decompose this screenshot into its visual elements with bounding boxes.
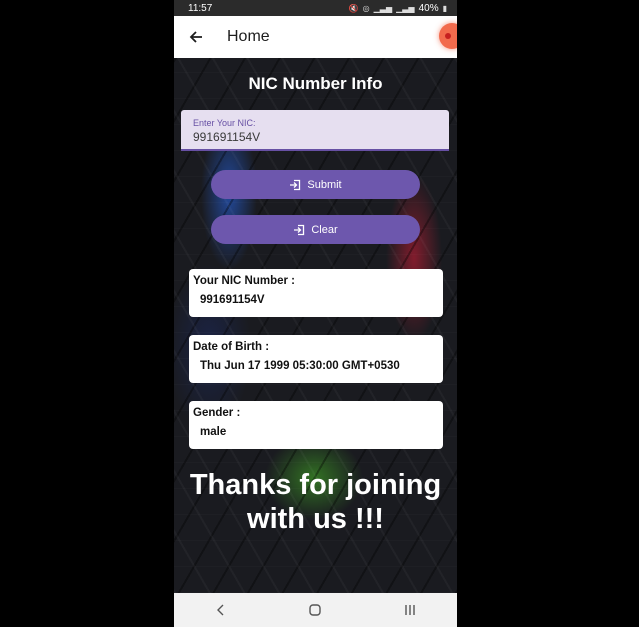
- mute-icon: 🔇: [348, 3, 359, 13]
- nic-input-label: Enter Your NIC:: [193, 118, 256, 128]
- card-value: male: [200, 426, 227, 438]
- floating-action-button[interactable]: [439, 23, 457, 49]
- home-square-icon: [309, 604, 322, 616]
- status-bar: 11:57 🔇 ◎ ▁▃▅ ▁▃▅ 40% ▮: [174, 0, 457, 16]
- main-content: NIC Number Info Enter Your NIC: Submit C…: [174, 58, 457, 593]
- submit-button-label: Submit: [307, 178, 342, 191]
- phone-screen: 11:57 🔇 ◎ ▁▃▅ ▁▃▅ 40% ▮ Home NIC Number …: [174, 0, 457, 627]
- recents-icon: [405, 605, 415, 615]
- login-icon: [290, 179, 301, 190]
- nav-back-button[interactable]: [206, 598, 236, 622]
- status-time: 11:57: [188, 2, 213, 14]
- back-button[interactable]: [186, 27, 206, 47]
- card-value: Thu Jun 17 1999 05:30:00 GMT+0530: [200, 360, 400, 372]
- submit-button[interactable]: Submit: [211, 170, 420, 199]
- thanks-line-2: with us !!!: [247, 503, 384, 535]
- arrow-left-icon: [189, 31, 202, 43]
- nic-number-card: Your NIC Number : 991691154V: [189, 269, 443, 317]
- gender-card: Gender : male: [189, 401, 443, 449]
- date-of-birth-card: Date of Birth : Thu Jun 17 1999 05:30:00…: [189, 335, 443, 383]
- signal-icon: ▁▃▅: [373, 3, 393, 13]
- login-icon: [294, 224, 305, 235]
- app-bar-title: Home: [227, 28, 270, 45]
- hotspot-icon: ◎: [362, 3, 370, 13]
- signal-icon-2: ▁▃▅: [396, 3, 415, 13]
- status-icons: 🔇 ◎ ▁▃▅ ▁▃▅ 40% ▮: [349, 3, 447, 14]
- page-title: NIC Number Info: [248, 74, 383, 93]
- system-nav-bar: [174, 593, 457, 627]
- thanks-message: Thanks for joining with us !!!: [174, 468, 457, 536]
- card-label: Your NIC Number :: [193, 275, 296, 287]
- card-value: 991691154V: [200, 294, 265, 306]
- battery-icon: ▮: [442, 3, 447, 13]
- battery-percent: 40%: [418, 2, 439, 14]
- nic-input-field[interactable]: Enter Your NIC:: [181, 110, 449, 151]
- chevron-left-icon: [217, 604, 224, 616]
- card-label: Gender :: [193, 407, 241, 419]
- clear-button-label: Clear: [311, 223, 338, 236]
- nic-input[interactable]: [193, 130, 433, 144]
- nav-recents-button[interactable]: [395, 598, 425, 622]
- clear-button[interactable]: Clear: [211, 215, 420, 244]
- card-label: Date of Birth :: [193, 341, 270, 353]
- thanks-line-1: Thanks for joining: [189, 469, 442, 501]
- nav-home-button[interactable]: [300, 598, 330, 622]
- app-bar: Home: [174, 16, 457, 58]
